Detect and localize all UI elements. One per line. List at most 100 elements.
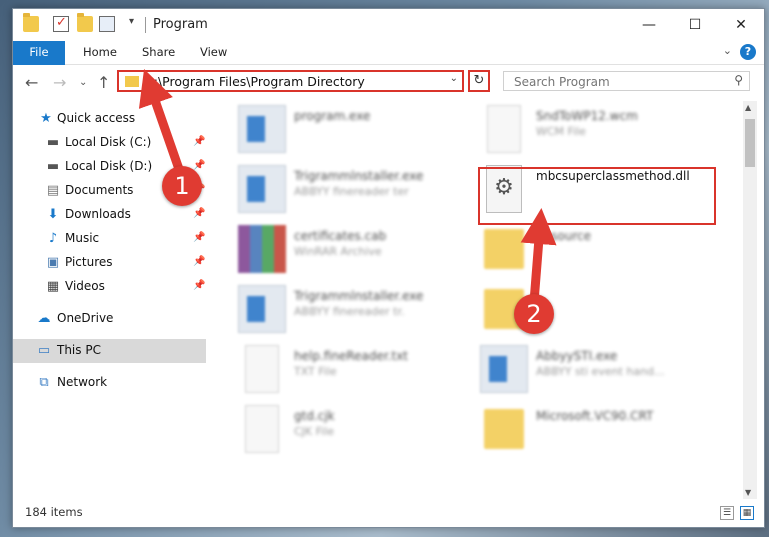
file-item[interactable]: Microsoft.VC90.CRT bbox=[480, 403, 720, 457]
file-item[interactable]: help.fineReader.txt TXT File bbox=[238, 343, 478, 397]
title-bar: ▾ Program — ☐ ✕ bbox=[13, 9, 764, 41]
recent-locations-icon[interactable]: ⌄ bbox=[79, 77, 87, 88]
search-box[interactable]: ⚲ bbox=[503, 71, 750, 91]
sidebar-item-label: This PC bbox=[57, 343, 101, 357]
sidebar-item-label: Videos bbox=[65, 279, 105, 293]
search-icon: ⚲ bbox=[734, 73, 743, 87]
file-name: help.fineReader.txt bbox=[294, 349, 408, 363]
scroll-up-icon[interactable]: ▲ bbox=[745, 103, 751, 112]
expand-ribbon-icon[interactable]: ⌄ bbox=[723, 44, 732, 57]
sidebar-item-network[interactable]: ⧉ Network bbox=[13, 371, 206, 395]
scrollbar-thumb[interactable] bbox=[745, 119, 755, 167]
file-item[interactable]: SndToWP12.wcm WCM File bbox=[480, 103, 720, 157]
sidebar-item-downloads[interactable]: ⬇ Downloads 📌 bbox=[13, 203, 206, 227]
close-button[interactable]: ✕ bbox=[718, 9, 764, 41]
folder-icon bbox=[125, 76, 139, 87]
sidebar-item-label: Documents bbox=[65, 183, 134, 197]
pin-icon: 📌 bbox=[193, 160, 206, 171]
quick-access-dropdown-icon[interactable]: ▾ bbox=[129, 16, 134, 27]
sidebar-item-this-pc[interactable]: ▭ This PC bbox=[13, 339, 206, 363]
new-folder-icon[interactable] bbox=[77, 13, 93, 32]
scroll-down-icon[interactable]: ▼ bbox=[745, 488, 751, 497]
explorer-window: ▾ Program — ☐ ✕ File Home Share View ⌄ ?… bbox=[12, 8, 765, 528]
sidebar-item-label: Network bbox=[57, 375, 108, 389]
navigation-bar: ← → ⌄ ↑ C:\Program Files\Program Directo… bbox=[13, 65, 764, 99]
ribbon-tabs: File Home Share View ⌄ ? bbox=[13, 41, 764, 95]
file-name: gtd.cjk bbox=[294, 409, 335, 423]
star-icon: ★ bbox=[40, 111, 52, 126]
file-type: ABBYY sti event hand... bbox=[536, 365, 665, 378]
search-input[interactable] bbox=[512, 73, 726, 91]
item-count: 184 items bbox=[25, 505, 83, 519]
up-arrow-icon[interactable]: ↑ bbox=[97, 73, 110, 92]
status-bar: 184 items ☰ ▦ bbox=[13, 501, 764, 527]
sidebar-item-quick-access[interactable]: ★ Quick access bbox=[13, 107, 206, 131]
maximize-button[interactable]: ☐ bbox=[672, 9, 718, 41]
large-icons-view-icon[interactable]: ▦ bbox=[740, 506, 754, 520]
exe-file-icon bbox=[238, 105, 286, 153]
sidebar-item-onedrive[interactable]: ☁ OneDrive bbox=[13, 307, 206, 331]
sidebar-item-pictures[interactable]: ▣ Pictures 📌 bbox=[13, 251, 206, 275]
pin-icon: 📌 bbox=[193, 232, 206, 243]
file-item[interactable]: Trigrammlnstaller.exe ABBYY finereader t… bbox=[238, 283, 478, 337]
sidebar-item-local-disk-c[interactable]: ▬ Local Disk (C:) 📌 bbox=[13, 131, 206, 155]
document-file-icon bbox=[245, 405, 279, 453]
file-item[interactable]: Trigrammlnstaller.exe ABBYY finereader t… bbox=[238, 163, 478, 217]
tab-view[interactable]: View bbox=[200, 41, 227, 64]
drive-icon: ▬ bbox=[46, 159, 60, 174]
tab-home[interactable]: Home bbox=[83, 41, 117, 64]
computer-icon: ▭ bbox=[37, 343, 51, 358]
back-arrow-icon[interactable]: ← bbox=[25, 73, 38, 92]
file-item[interactable]: Resource bbox=[480, 223, 720, 277]
pin-icon: 📌 bbox=[193, 136, 206, 147]
sidebar-item-label: Quick access bbox=[57, 111, 136, 125]
file-item[interactable]: certificates.cab WinRAR Archive bbox=[238, 223, 478, 277]
document-file-icon bbox=[487, 105, 521, 153]
properties-check-icon[interactable] bbox=[53, 15, 69, 32]
file-type: WinRAR Archive bbox=[294, 245, 382, 258]
sidebar-item-music[interactable]: ♪ Music 📌 bbox=[13, 227, 206, 251]
vertical-scrollbar[interactable]: ▲ ▼ bbox=[743, 101, 757, 499]
navigation-pane: ★ Quick access ▬ Local Disk (C:) 📌 ▬ Loc… bbox=[13, 101, 206, 499]
tab-share[interactable]: Share bbox=[142, 41, 175, 64]
file-list: program.exe SndToWP12.wcm WCM File Trigr… bbox=[208, 101, 740, 499]
sidebar-item-label: Downloads bbox=[65, 207, 131, 221]
file-name: SndToWP12.wcm bbox=[536, 109, 638, 123]
address-bar[interactable]: C:\Program Files\Program Directory ⌄ bbox=[117, 70, 464, 92]
exe-file-icon bbox=[480, 345, 528, 393]
pin-icon: 📌 bbox=[193, 256, 206, 267]
sidebar-item-label: Music bbox=[65, 231, 100, 245]
minimize-button[interactable]: — bbox=[626, 9, 672, 41]
sidebar-item-label: Local Disk (D:) bbox=[65, 159, 153, 173]
text-file-icon bbox=[245, 345, 279, 393]
address-dropdown-icon[interactable]: ⌄ bbox=[450, 73, 458, 84]
cloud-icon: ☁ bbox=[37, 311, 51, 326]
folder-icon bbox=[484, 409, 524, 449]
sidebar-item-label: Pictures bbox=[65, 255, 113, 269]
sidebar-item-videos[interactable]: ▦ Videos 📌 bbox=[13, 275, 206, 299]
pin-icon: 📌 bbox=[193, 208, 206, 219]
file-item[interactable]: gtd.cjk CJK File bbox=[238, 403, 478, 457]
download-icon: ⬇ bbox=[47, 207, 59, 222]
file-name: AbbyySTI.exe bbox=[536, 349, 618, 363]
title-separator bbox=[145, 17, 146, 33]
exe-file-icon bbox=[238, 285, 286, 333]
file-type: TXT File bbox=[294, 365, 337, 378]
folder-icon[interactable] bbox=[23, 13, 39, 32]
refresh-button[interactable]: ↻ bbox=[468, 70, 490, 92]
step-callout-2: 2 bbox=[514, 294, 554, 334]
forward-arrow-icon[interactable]: → bbox=[53, 73, 66, 92]
window-title: Program bbox=[153, 17, 208, 32]
pin-icon: 📌 bbox=[193, 280, 206, 291]
file-type: ABBYY finereader ter bbox=[294, 185, 409, 198]
selected-file-highlight bbox=[478, 167, 716, 225]
customize-icon[interactable] bbox=[99, 16, 115, 32]
file-item[interactable]: program.exe bbox=[238, 103, 478, 157]
help-icon[interactable]: ? bbox=[740, 44, 756, 60]
pictures-icon: ▣ bbox=[46, 255, 60, 270]
sidebar-item-label: Local Disk (C:) bbox=[65, 135, 152, 149]
details-view-icon[interactable]: ☰ bbox=[720, 506, 734, 520]
step-callout-1: 1 bbox=[162, 166, 202, 206]
file-item[interactable]: AbbyySTI.exe ABBYY sti event hand... bbox=[480, 343, 720, 397]
file-name: Resource bbox=[536, 229, 592, 243]
